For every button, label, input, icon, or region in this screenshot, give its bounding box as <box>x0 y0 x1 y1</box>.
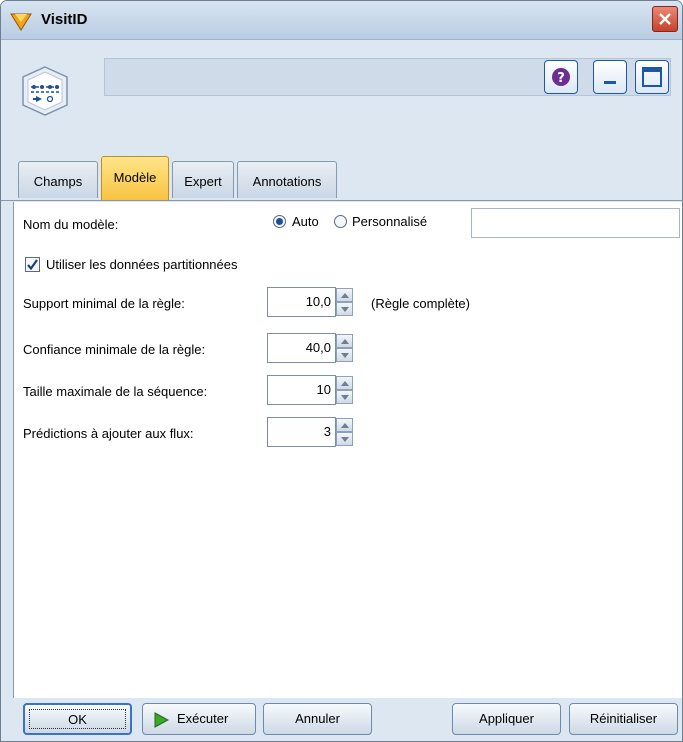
reset-button[interactable]: Réinitialiser <box>569 703 678 735</box>
close-icon <box>659 13 671 25</box>
arrow-down-icon <box>341 353 349 358</box>
model-name-label: Nom du modèle: <box>23 217 119 232</box>
arrow-up-icon <box>341 293 349 298</box>
ok-button[interactable]: OK <box>23 703 132 735</box>
minimize-icon <box>604 81 616 84</box>
window-title: VisitID <box>41 11 88 28</box>
arrow-up-icon <box>341 381 349 386</box>
spin-up-button[interactable] <box>336 334 353 348</box>
max-seq-size-label: Taille maximale de la séquence: <box>23 384 208 399</box>
arrow-down-icon <box>341 307 349 312</box>
min-support-label: Support minimal de la règle: <box>23 296 185 311</box>
help-button[interactable]: ? <box>544 60 578 94</box>
tab-divider <box>1 200 682 201</box>
min-support-input[interactable]: 10,0 <box>267 287 336 317</box>
svg-text:?: ? <box>557 71 565 86</box>
spin-down-button[interactable] <box>336 432 353 446</box>
close-button[interactable] <box>652 6 678 32</box>
app-logo-icon <box>10 13 32 31</box>
spin-up-button[interactable] <box>336 288 353 302</box>
dialog-window: VisitID ? Champs Modèle Expert Annotatio… <box>0 0 683 742</box>
min-support-spinner[interactable]: 10,0 <box>267 287 354 317</box>
predictions-input[interactable]: 3 <box>267 417 336 447</box>
use-partitioned-checkbox[interactable] <box>25 257 40 272</box>
predictions-spinner[interactable]: 3 <box>267 417 354 447</box>
model-settings-panel <box>13 202 682 698</box>
spin-down-button[interactable] <box>336 348 353 362</box>
tab-expert[interactable]: Expert <box>172 161 234 198</box>
min-confidence-input[interactable]: 40,0 <box>267 333 336 363</box>
tab-model[interactable]: Modèle <box>101 156 169 201</box>
title-bar[interactable]: VisitID <box>1 1 682 40</box>
arrow-up-icon <box>341 423 349 428</box>
maximize-button[interactable] <box>635 60 669 94</box>
radio-custom-label[interactable]: Personnalisé <box>352 214 427 229</box>
min-support-note: (Règle complète) <box>371 296 470 311</box>
spin-down-button[interactable] <box>336 390 353 404</box>
min-confidence-spinner[interactable]: 40,0 <box>267 333 354 363</box>
radio-auto[interactable] <box>273 215 286 228</box>
spin-up-button[interactable] <box>336 376 353 390</box>
use-partitioned-label[interactable]: Utiliser les données partitionnées <box>46 257 238 272</box>
arrow-down-icon <box>341 437 349 442</box>
predictions-label: Prédictions à ajouter aux flux: <box>23 426 194 441</box>
maximize-icon <box>642 67 662 87</box>
minimize-button[interactable] <box>593 60 627 94</box>
max-seq-size-input[interactable]: 10 <box>267 375 336 405</box>
radio-custom[interactable] <box>334 215 347 228</box>
max-seq-size-spinner[interactable]: 10 <box>267 375 354 405</box>
run-button[interactable]: Exécuter <box>142 703 256 735</box>
min-confidence-label: Confiance minimale de la règle: <box>23 342 206 357</box>
apply-button[interactable]: Appliquer <box>452 703 561 735</box>
node-name-bar <box>104 58 671 96</box>
custom-model-name-input[interactable] <box>471 208 680 238</box>
arrow-up-icon <box>341 339 349 344</box>
play-icon <box>154 712 169 728</box>
arrow-down-icon <box>341 395 349 400</box>
tab-annotations[interactable]: Annotations <box>237 161 337 198</box>
cancel-button[interactable]: Annuler <box>263 703 372 735</box>
spin-up-button[interactable] <box>336 418 353 432</box>
sequence-node-icon <box>22 66 68 116</box>
checkmark-icon <box>27 259 38 271</box>
tab-fields[interactable]: Champs <box>18 161 98 198</box>
help-icon: ? <box>552 68 570 86</box>
spin-down-button[interactable] <box>336 302 353 316</box>
radio-auto-label[interactable]: Auto <box>292 214 319 229</box>
